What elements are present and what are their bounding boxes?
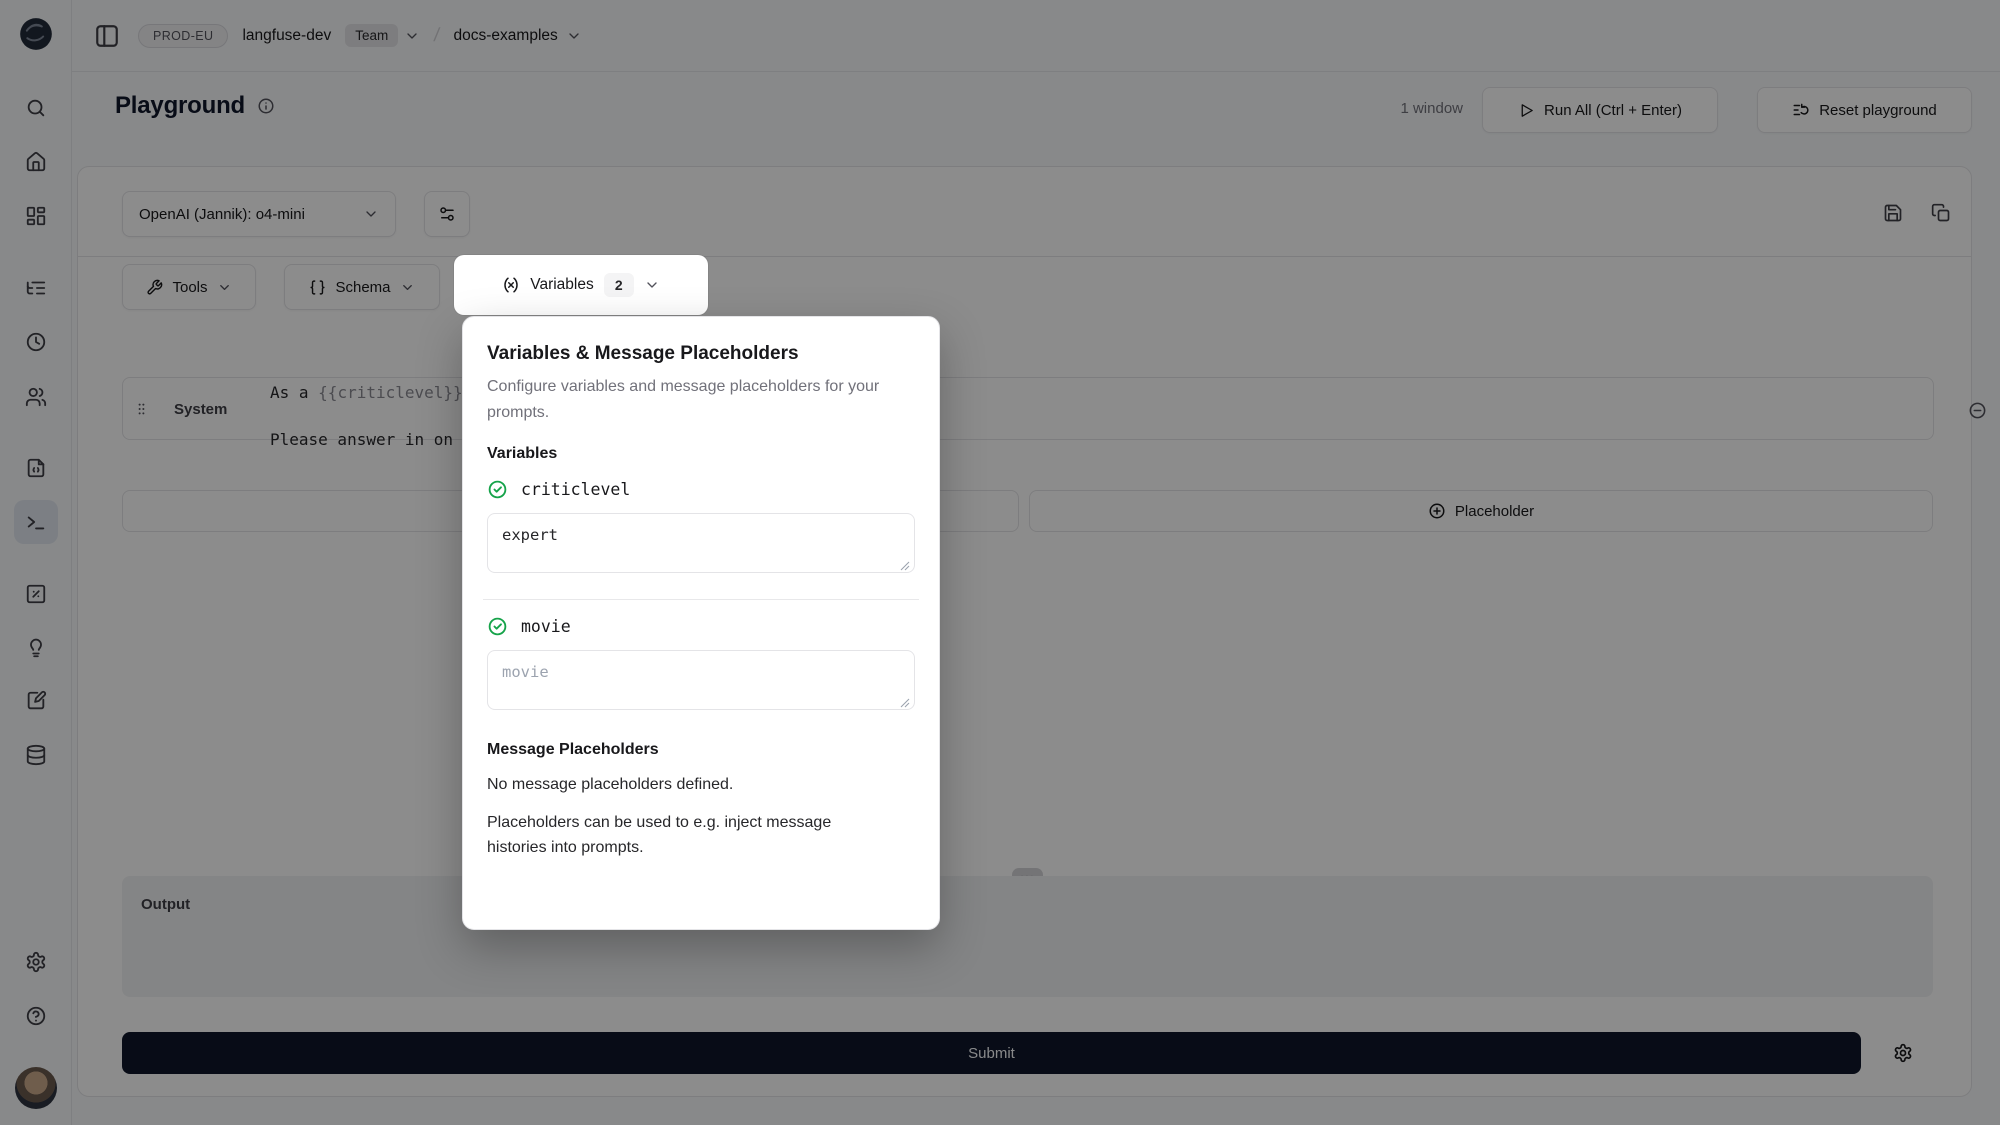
check-circle-icon xyxy=(487,616,508,637)
chevron-down-icon xyxy=(644,277,660,293)
variable-icon xyxy=(502,276,520,294)
popover-title: Variables & Message Placeholders xyxy=(487,343,915,365)
variable-row: criticlevel xyxy=(487,479,915,500)
variables-dropdown[interactable]: Variables 2 xyxy=(454,255,708,315)
placeholders-empty-text: No message placeholders defined. xyxy=(487,773,915,798)
variable-input-wrap: expert xyxy=(487,513,915,578)
variable-input-wrap xyxy=(487,650,915,715)
variable-value-input[interactable]: expert xyxy=(487,513,915,573)
variables-label: Variables xyxy=(530,276,593,294)
variable-name: criticlevel xyxy=(521,480,630,499)
variables-popover: Variables & Message Placeholders Configu… xyxy=(462,316,940,930)
placeholders-section-heading: Message Placeholders xyxy=(487,741,915,759)
variables-section-heading: Variables xyxy=(487,445,915,463)
check-circle-icon xyxy=(487,479,508,500)
variables-divider xyxy=(483,599,919,600)
variable-name: movie xyxy=(521,617,571,636)
placeholders-hint-text: Placeholders can be used to e.g. inject … xyxy=(487,811,892,861)
popover-description: Configure variables and message placehol… xyxy=(487,374,927,425)
variables-count-badge: 2 xyxy=(604,273,634,297)
variable-row: movie xyxy=(487,616,915,637)
variable-value-input[interactable] xyxy=(487,650,915,710)
modal-overlay[interactable] xyxy=(0,0,2000,1125)
variables-dropdown-content: Variables 2 xyxy=(502,273,659,297)
